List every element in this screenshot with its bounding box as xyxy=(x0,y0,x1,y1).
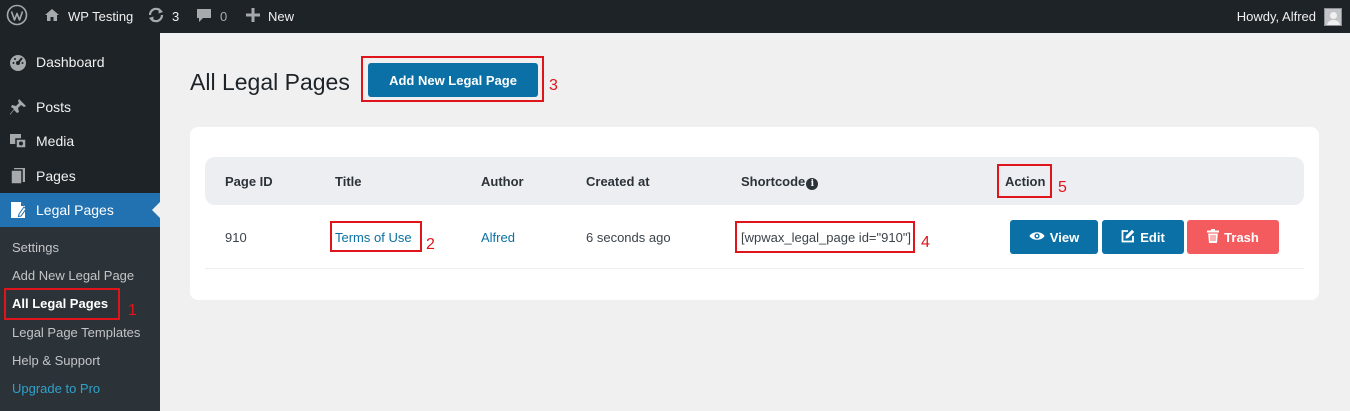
document-icon xyxy=(8,200,28,220)
edit-button[interactable]: Edit xyxy=(1102,220,1184,254)
sidebar-item-label: Posts xyxy=(36,99,72,115)
page-title: All Legal Pages xyxy=(190,69,350,95)
submenu-item-legal-page-templates[interactable]: Legal Page Templates xyxy=(12,323,140,343)
annotation-box-shortcode xyxy=(735,221,915,253)
sidebar-item-media[interactable]: Media xyxy=(0,124,160,158)
pages-icon xyxy=(8,166,28,186)
account-menu[interactable]: Howdy, Alfred xyxy=(1237,0,1342,33)
trash-button[interactable]: Trash xyxy=(1187,220,1279,254)
shortcode-header-label: Shortcode xyxy=(741,174,806,189)
howdy-text: Howdy, Alfred xyxy=(1236,9,1316,24)
trash-icon xyxy=(1207,228,1220,246)
annotation-box-action xyxy=(997,164,1052,198)
admin-bar: WP Testing 3 0 New Howdy, Alfred xyxy=(0,0,1350,33)
updates-count: 3 xyxy=(172,9,180,24)
comment-icon xyxy=(196,7,212,26)
annotation-number-2: 2 xyxy=(426,236,435,253)
sidebar-item-label: Pages xyxy=(36,168,76,184)
view-button[interactable]: View xyxy=(1010,220,1098,254)
cell-author-link[interactable]: Alfred xyxy=(481,230,515,245)
comments-link[interactable]: 0 xyxy=(196,0,227,33)
submenu-item-settings[interactable]: Settings xyxy=(12,238,59,258)
column-header-page-id: Page ID xyxy=(225,174,273,189)
avatar xyxy=(1324,7,1342,26)
sidebar-item-dashboard[interactable]: Dashboard xyxy=(0,45,160,79)
updates-link[interactable]: 3 xyxy=(147,0,179,33)
new-label: New xyxy=(268,9,295,24)
eye-icon xyxy=(1029,230,1045,245)
cell-created-at: 6 seconds ago xyxy=(586,230,671,245)
annotation-number-5: 5 xyxy=(1058,179,1067,196)
legal-pages-card xyxy=(190,127,1319,300)
annotation-number-4: 4 xyxy=(921,234,930,251)
admin-sidebar: Dashboard Posts Media Pages Legal Pages … xyxy=(0,33,160,411)
submenu-item-add-new-legal-page[interactable]: Add New Legal Page xyxy=(12,266,134,286)
sidebar-item-posts[interactable]: Posts xyxy=(0,90,160,124)
submenu-item-upgrade-to-pro[interactable]: Upgrade to Pro xyxy=(12,379,100,399)
comments-count: 0 xyxy=(220,9,228,24)
annotation-number-3: 3 xyxy=(549,77,558,94)
site-name: WP Testing xyxy=(68,9,134,24)
plus-icon xyxy=(246,8,260,25)
site-name-link[interactable]: WP Testing xyxy=(44,0,133,33)
edit-label: Edit xyxy=(1140,229,1165,245)
submenu-item-help-support[interactable]: Help & Support xyxy=(12,351,100,371)
row-divider xyxy=(205,268,1304,269)
updates-icon xyxy=(147,7,165,26)
sidebar-item-label: Media xyxy=(36,133,75,149)
wordpress-icon xyxy=(6,4,28,29)
sidebar-item-label: Legal Pages xyxy=(36,202,114,218)
column-header-title: Title xyxy=(335,174,362,189)
annotation-box-add-new-button xyxy=(361,56,544,102)
dashboard-icon xyxy=(8,52,28,72)
sidebar-item-label: Dashboard xyxy=(36,54,105,70)
wordpress-logo-button[interactable] xyxy=(6,0,28,33)
cell-page-id: 910 xyxy=(225,230,247,245)
trash-label: Trash xyxy=(1224,229,1259,245)
new-content-link[interactable]: New xyxy=(246,0,294,33)
media-icon xyxy=(8,131,28,151)
annotation-box-terms-of-use xyxy=(330,221,422,252)
pin-icon xyxy=(8,97,28,117)
info-icon[interactable]: i xyxy=(806,178,819,190)
annotation-number-1: 1 xyxy=(128,302,137,319)
column-header-author: Author xyxy=(481,174,524,189)
annotation-box-all-legal-pages xyxy=(4,288,120,320)
column-header-shortcode: Shortcode i xyxy=(741,174,819,190)
column-header-created-at: Created at xyxy=(586,174,650,189)
edit-icon xyxy=(1121,229,1135,246)
home-icon xyxy=(44,7,60,26)
sidebar-item-pages[interactable]: Pages xyxy=(0,159,160,193)
view-label: View xyxy=(1049,229,1080,245)
sidebar-item-legal-pages[interactable]: Legal Pages xyxy=(0,193,160,227)
